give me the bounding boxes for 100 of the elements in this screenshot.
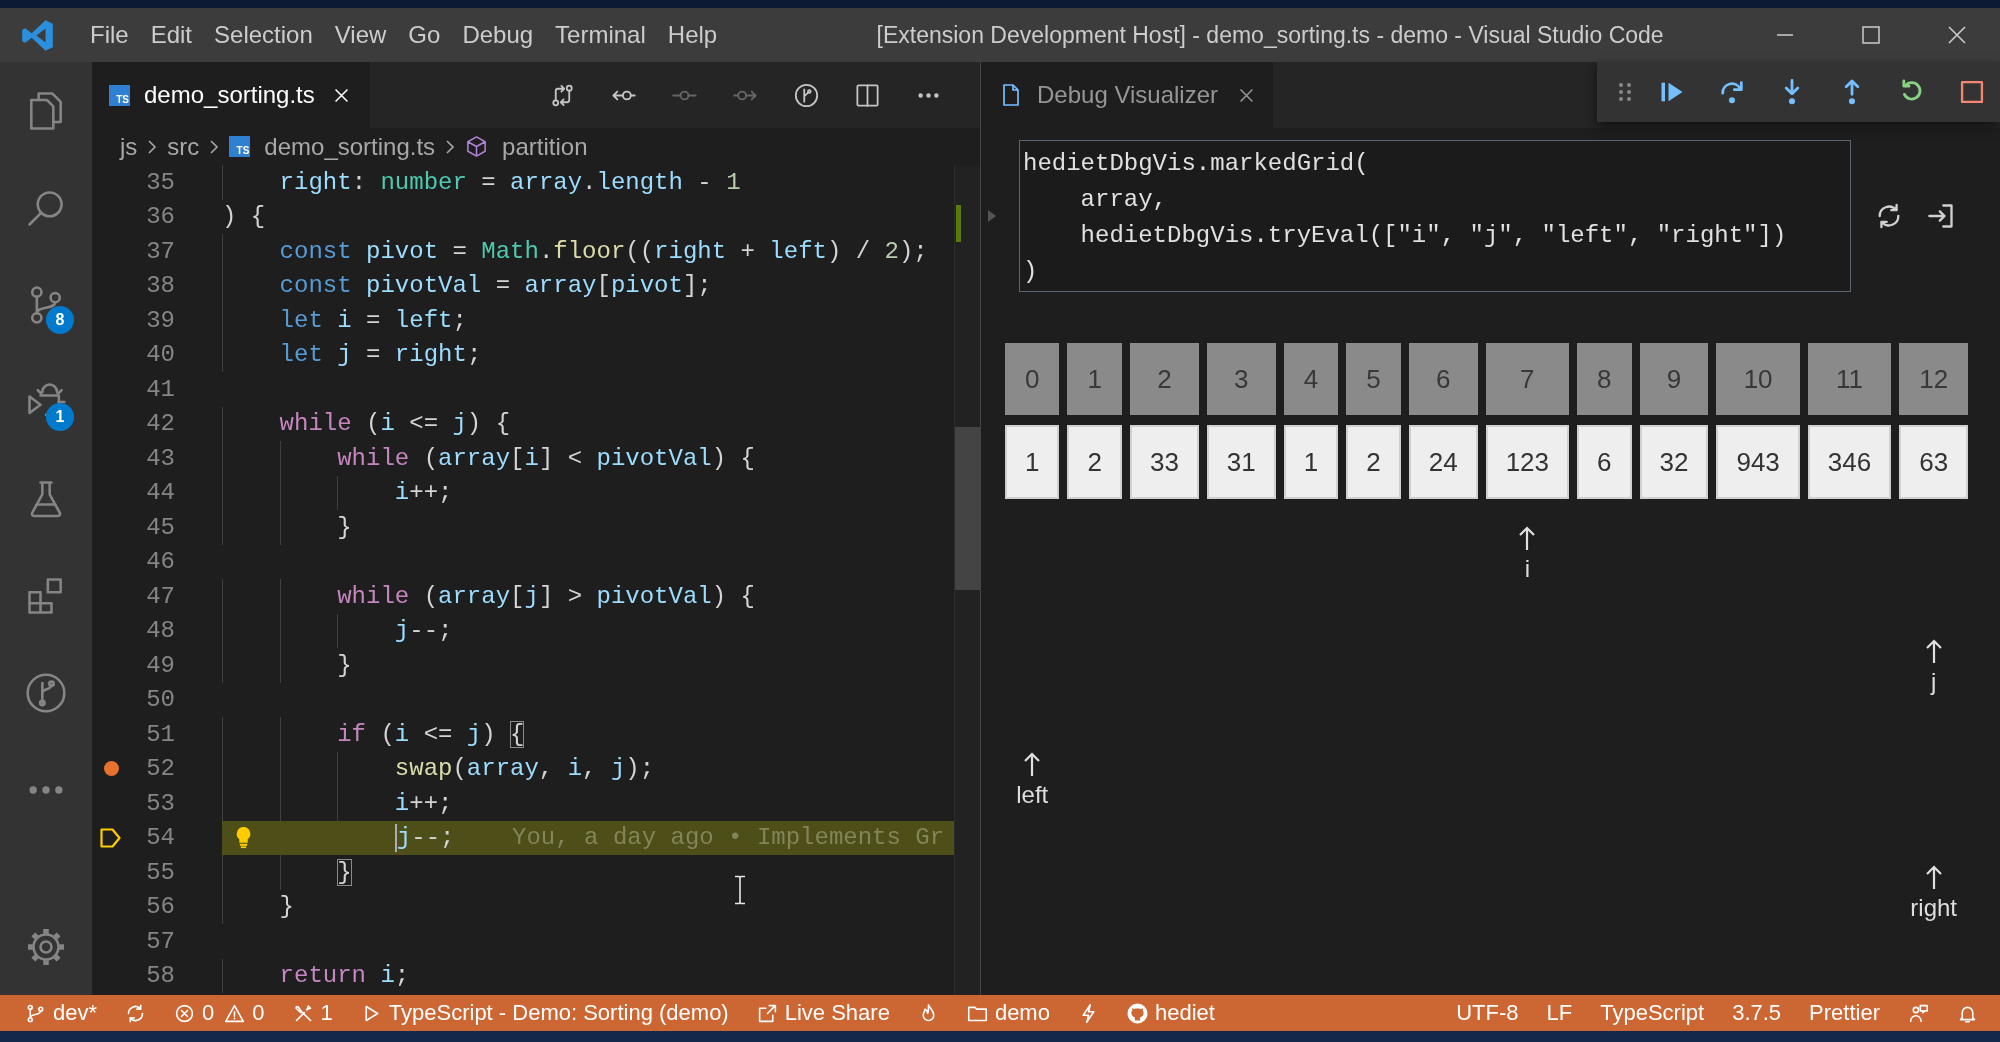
visualizer-tab[interactable]: Debug Visualizer (981, 62, 1273, 128)
branch-circle-icon[interactable] (24, 670, 68, 715)
branch-button[interactable]: dev* (25, 1000, 98, 1026)
expression-input[interactable]: hedietDbgVis.markedGrid( array, hedietDbgVis.tryEval(["i", "j", "left", "right"]) ) (1019, 140, 1851, 292)
line-number: 56 (145, 893, 175, 921)
status-item[interactable]: 3.7.5 (1732, 1000, 1782, 1026)
line-number: 49 (145, 651, 175, 679)
editor-tab[interactable]: TS demo_sorting.ts (92, 62, 370, 128)
launch-config-button[interactable]: TypeScript - Demo: Sorting (demo) (360, 1000, 729, 1026)
drag-handle-icon[interactable] (1618, 80, 1632, 104)
maximize-icon[interactable] (1861, 25, 1881, 45)
index-cell: 12 (1899, 343, 1969, 415)
sign-in-icon[interactable] (1927, 202, 1955, 230)
value-cell: 2 (1346, 425, 1401, 499)
breadcrumb-item[interactable]: src (167, 132, 200, 161)
menu-item[interactable]: Terminal (544, 21, 657, 49)
stop-icon[interactable] (1958, 78, 1986, 106)
lightbulb-icon[interactable] (235, 825, 252, 849)
menu-item[interactable]: Edit (139, 21, 204, 49)
close-icon[interactable] (1238, 86, 1255, 104)
stack-frame-icon (100, 827, 122, 848)
line-number: 39 (145, 306, 175, 334)
line-number: 45 (145, 513, 175, 541)
value-cell: 32 (1639, 425, 1709, 499)
scrollbar-thumb[interactable] (955, 427, 980, 590)
code-line: if (i <= j) { (337, 720, 525, 748)
folder-button[interactable]: demo (966, 1000, 1050, 1026)
marker-label: j (1931, 668, 1937, 696)
status-item[interactable]: LF (1546, 1000, 1573, 1026)
index-cell: 9 (1639, 343, 1709, 415)
value-cell: 123 (1485, 425, 1570, 499)
person-chat-icon[interactable] (1908, 1002, 1929, 1024)
account-button[interactable]: hediet (1126, 1000, 1215, 1026)
split-editor-icon[interactable] (854, 81, 881, 109)
warnings-button[interactable]: 0 (224, 1000, 265, 1026)
code-line: const pivot = Math.floor((right + left) / 2); (279, 237, 928, 265)
vertical-scrollbar[interactable] (954, 165, 980, 995)
line-number: 41 (145, 375, 175, 403)
blame-annotation: You, a day ago • Implements Gr (512, 824, 945, 852)
tools-button[interactable]: 1 (292, 1000, 333, 1026)
status-item[interactable]: UTF-8 (1456, 1000, 1519, 1026)
index-cell: 6 (1408, 343, 1478, 415)
value-cell: 33 (1129, 425, 1199, 499)
line-number: 35 (145, 168, 175, 196)
close-icon[interactable] (332, 86, 350, 104)
line-number: 50 (145, 686, 175, 714)
marker-label: i (1524, 555, 1530, 583)
close-icon[interactable] (1947, 25, 1967, 45)
count-badge: 1 (46, 402, 74, 431)
line-number: 52 (145, 755, 175, 783)
change-marker (956, 205, 961, 242)
step-over-icon[interactable] (1718, 78, 1746, 106)
line-number: 54 (145, 824, 175, 852)
text-cursor (394, 823, 397, 852)
chevron-icon (209, 138, 220, 155)
ibeam-cursor-icon (733, 875, 747, 905)
value-cell: 1 (1283, 425, 1339, 499)
index-cell: 7 (1485, 343, 1570, 415)
line-number: 46 (145, 548, 175, 576)
line-number: 36 (145, 203, 175, 231)
index-cell: 3 (1206, 343, 1276, 415)
code-line: } (337, 513, 352, 541)
breadcrumb-item[interactable]: partition (465, 132, 588, 161)
index-cell: 10 (1716, 343, 1800, 415)
share-icon (756, 1002, 778, 1024)
line-number: 44 (145, 479, 175, 507)
cat-face-icon (1126, 1002, 1148, 1024)
code-line: while (i <= j) { (279, 410, 511, 438)
menu-item[interactable]: Selection (203, 21, 324, 49)
value-cell: 63 (1899, 425, 1969, 499)
value-cell: 24 (1408, 425, 1478, 499)
menu-item[interactable]: Help (656, 21, 729, 49)
value-cell: 6 (1577, 425, 1632, 499)
index-cell: 8 (1577, 343, 1632, 415)
line-number: 42 (145, 410, 175, 438)
marker-label: left (1016, 781, 1049, 809)
status-item[interactable]: TypeScript (1600, 1000, 1705, 1026)
live-share-button[interactable]: Live Share (756, 1000, 890, 1026)
breadcrumb-item[interactable]: TS demo_sorting.ts (229, 132, 436, 161)
file-type-badge: TS (229, 136, 251, 157)
menu-item[interactable]: Go (397, 21, 452, 49)
breakpoint-icon[interactable] (103, 761, 119, 777)
errors-button[interactable]: 0 (174, 1000, 215, 1026)
warning-icon (224, 1002, 246, 1024)
index-cell: 4 (1283, 343, 1339, 415)
circle-branch-icon[interactable] (793, 81, 820, 109)
code-line: ) { (222, 203, 266, 231)
status-item[interactable]: Prettier (1809, 1000, 1880, 1026)
breadcrumb-item[interactable]: js (120, 132, 138, 161)
code-line: } (337, 858, 352, 886)
code-line: i++; (394, 789, 453, 817)
menu-item[interactable]: Debug (451, 21, 545, 49)
file-type-badge: TS (109, 84, 130, 106)
code-line: right: number = array.length - 1 (279, 168, 741, 196)
value-cell: 31 (1206, 425, 1276, 499)
code-line: let i = left; (279, 306, 467, 334)
menu-item[interactable]: File (79, 21, 140, 49)
index-cell: 11 (1807, 343, 1892, 415)
count-badge: 8 (46, 305, 74, 334)
menu-item[interactable]: View (323, 21, 398, 49)
